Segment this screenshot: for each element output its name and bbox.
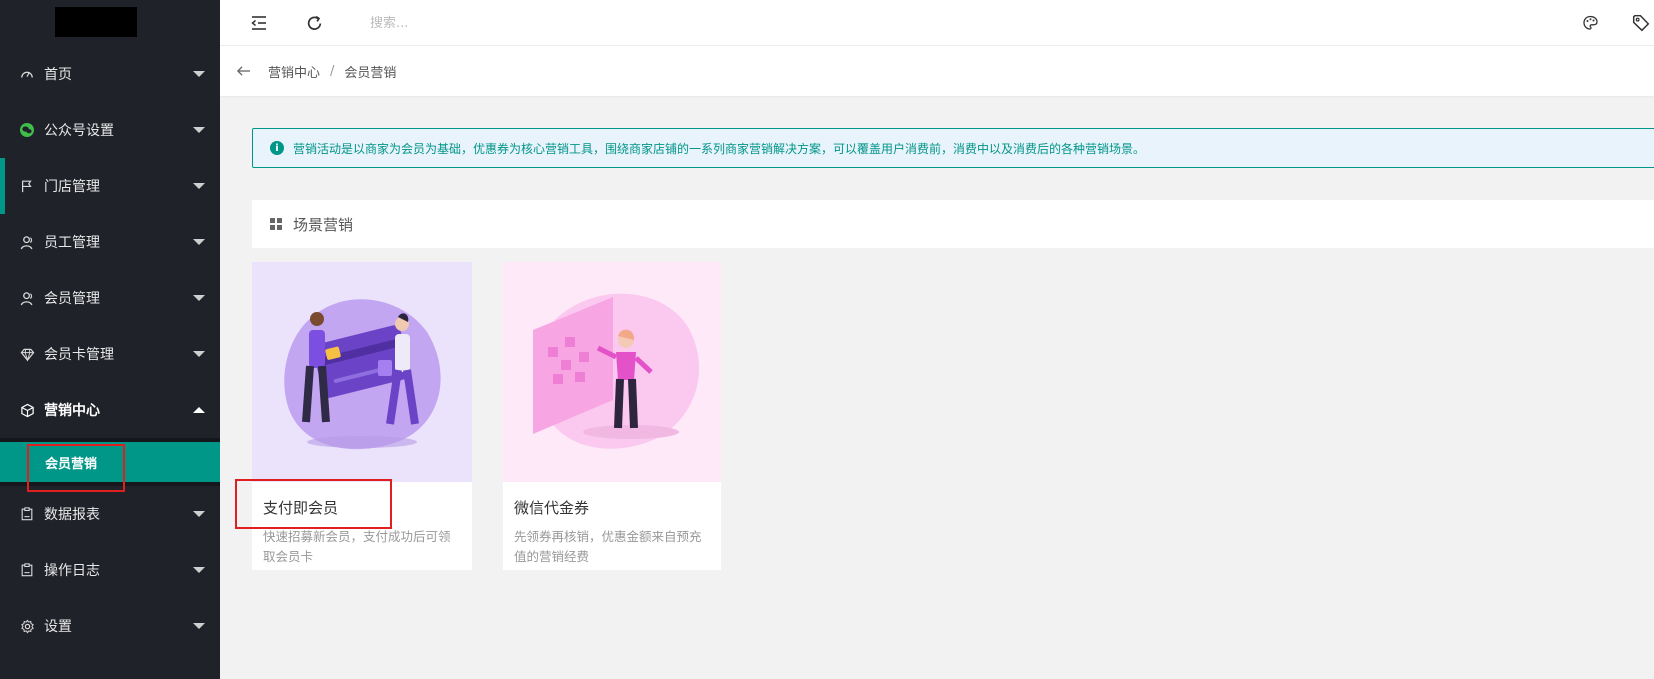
grid-icon xyxy=(270,218,282,230)
breadcrumb-parent-link[interactable]: 营销中心 xyxy=(268,62,320,81)
sidebar-item-label: 会员卡管理 xyxy=(44,347,114,363)
sidebar-item-settings[interactable]: 设置 xyxy=(0,598,220,654)
palette-icon xyxy=(1582,15,1598,30)
sidebar-item-label: 门店管理 xyxy=(44,179,100,195)
sidebar-subitem-member-marketing[interactable]: 会员营销 xyxy=(0,442,220,482)
wechat-icon xyxy=(19,122,35,138)
arrow-left-icon xyxy=(236,66,250,76)
card-title: 支付即会员 xyxy=(263,499,339,517)
sidebar-item-label: 会员管理 xyxy=(44,291,100,307)
indent-icon xyxy=(251,16,266,30)
card-description: 先领券再核销，优惠金额来自预充值的营销经费 xyxy=(514,529,702,564)
sidebar-item-label: 设置 xyxy=(44,619,72,635)
card-description: 快速招募新会员，支付成功后可领取会员卡 xyxy=(263,529,451,564)
sidebar-item-label: 数据报表 xyxy=(44,507,100,523)
chevron-down-icon xyxy=(193,183,205,189)
active-indicator xyxy=(0,158,5,214)
user-icon xyxy=(19,234,35,250)
sidebar-item-label: 营销中心 xyxy=(44,403,100,419)
info-icon: i xyxy=(270,141,284,155)
marketing-submenu: 会员营销 xyxy=(0,438,220,486)
sidebar: 首页 公众号设置 门店管理 员工管理 会员管理 会员卡管理 营销中心 会员营销 … xyxy=(0,0,220,679)
tag-icon xyxy=(1632,14,1650,32)
sidebar-item-label: 首页 xyxy=(44,67,72,83)
dashboard-icon xyxy=(19,66,35,82)
top-header xyxy=(220,0,1654,46)
sidebar-item-marketing-center[interactable]: 营销中心 xyxy=(0,382,220,438)
sidebar-item-data-reports[interactable]: 数据报表 xyxy=(0,486,220,542)
flag-icon xyxy=(19,178,35,194)
refresh-button[interactable] xyxy=(303,12,325,34)
chevron-down-icon xyxy=(193,511,205,517)
sidebar-item-label: 公众号设置 xyxy=(44,123,114,139)
logo xyxy=(55,7,137,37)
alert-text: 营销活动是以商家为会员为基础，优惠券为核心营销工具，围绕商家店铺的一系列商家营销… xyxy=(293,141,1146,156)
gear-icon xyxy=(19,618,35,634)
chevron-down-icon xyxy=(193,127,205,133)
chevron-down-icon xyxy=(193,295,205,301)
tag-button[interactable] xyxy=(1630,12,1652,34)
card-wechat-voucher[interactable]: 微信代金券 先领券再核销，优惠金额来自预充值的营销经费 xyxy=(503,262,721,570)
cube-icon xyxy=(19,402,35,418)
sidebar-item-home[interactable]: 首页 xyxy=(0,46,220,102)
info-alert: i 营销活动是以商家为会员为基础，优惠券为核心营销工具，围绕商家店铺的一系列商家… xyxy=(252,128,1654,168)
clipboard-icon xyxy=(19,506,35,522)
theme-button[interactable] xyxy=(1579,12,1601,34)
clipboard-icon xyxy=(19,562,35,578)
sidebar-item-wechat-settings[interactable]: 公众号设置 xyxy=(0,102,220,158)
back-button[interactable] xyxy=(234,62,252,80)
diamond-icon xyxy=(19,346,35,362)
pay-membership-illustration xyxy=(252,262,472,482)
sidebar-menu: 首页 公众号设置 门店管理 员工管理 会员管理 会员卡管理 营销中心 会员营销 … xyxy=(0,46,220,654)
chevron-down-icon xyxy=(193,71,205,77)
refresh-icon xyxy=(307,15,321,30)
search-input[interactable] xyxy=(370,10,670,36)
sidebar-item-member-management[interactable]: 会员管理 xyxy=(0,270,220,326)
breadcrumb-separator: / xyxy=(330,63,335,79)
breadcrumb-current: 会员营销 xyxy=(344,65,397,81)
breadcrumb: 营销中心 / 会员营销 xyxy=(220,46,1654,96)
card-title: 微信代金券 xyxy=(514,499,590,517)
sidebar-item-member-card-management[interactable]: 会员卡管理 xyxy=(0,326,220,382)
wechat-voucher-illustration xyxy=(503,262,721,482)
section-title: 场景营销 xyxy=(293,215,354,234)
chevron-up-icon xyxy=(193,407,205,413)
sidebar-subitem-label: 会员营销 xyxy=(45,456,98,472)
card-pay-membership[interactable]: 支付即会员 快速招募新会员，支付成功后可领取会员卡 xyxy=(252,262,472,570)
chevron-down-icon xyxy=(193,239,205,245)
chevron-down-icon xyxy=(193,351,205,357)
sidebar-item-label: 操作日志 xyxy=(44,563,100,579)
sidebar-item-store-management[interactable]: 门店管理 xyxy=(0,158,220,214)
collapse-sidebar-button[interactable] xyxy=(248,12,270,34)
sidebar-item-staff-management[interactable]: 员工管理 xyxy=(0,214,220,270)
chevron-down-icon xyxy=(193,623,205,629)
sidebar-item-operation-log[interactable]: 操作日志 xyxy=(0,542,220,598)
user-icon xyxy=(19,290,35,306)
sidebar-item-label: 员工管理 xyxy=(44,235,100,251)
chevron-down-icon xyxy=(193,567,205,573)
section-header: 场景营销 xyxy=(252,200,1654,248)
